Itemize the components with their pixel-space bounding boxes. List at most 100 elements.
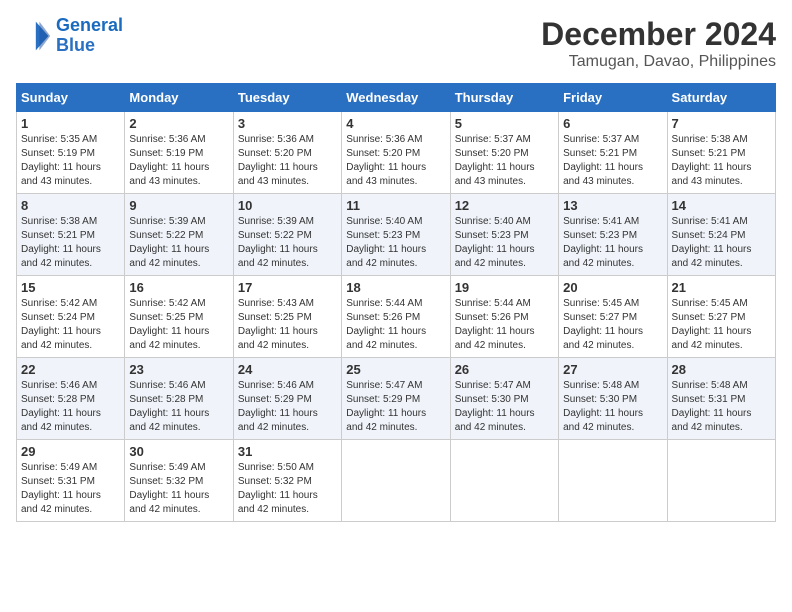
- header: General Blue December 2024 Tamugan, Dava…: [16, 16, 776, 71]
- calendar-cell: 29 Sunrise: 5:49 AM Sunset: 5:31 PM Dayli…: [17, 440, 125, 522]
- day-number: 1: [21, 116, 120, 131]
- day-number: 12: [455, 198, 554, 213]
- calendar-cell: 27 Sunrise: 5:48 AM Sunset: 5:30 PM Dayli…: [559, 358, 667, 440]
- day-number: 2: [129, 116, 228, 131]
- day-number: 29: [21, 444, 120, 459]
- calendar-cell: 11Sunrise: 5:40 AM Sunset: 5:23 PM Dayli…: [342, 194, 450, 276]
- calendar-cell: [450, 440, 558, 522]
- day-number: 4: [346, 116, 445, 131]
- calendar-header-row: SundayMondayTuesdayWednesdayThursdayFrid…: [17, 84, 776, 112]
- day-info: Sunrise: 5:49 AM Sunset: 5:32 PM Dayligh…: [129, 461, 228, 517]
- day-number: 15: [21, 280, 120, 295]
- calendar-cell: 10 Sunrise: 5:39 AM Sunset: 5:22 PM Dayli…: [233, 194, 341, 276]
- calendar-cell: 1Sunrise: 5:35 AM Sunset: 5:19 PM Daylig…: [17, 112, 125, 194]
- calendar-cell: 23 Sunrise: 5:46 AM Sunset: 5:28 PM Dayli…: [125, 358, 233, 440]
- main-title: December 2024: [541, 16, 776, 53]
- day-number: 28: [672, 362, 771, 377]
- day-number: 23: [129, 362, 228, 377]
- calendar-cell: 2Sunrise: 5:36 AM Sunset: 5:19 PM Daylig…: [125, 112, 233, 194]
- day-number: 6: [563, 116, 662, 131]
- day-info: Sunrise: 5:45 AM Sunset: 5:27 PM Dayligh…: [672, 297, 771, 353]
- calendar-cell: 9Sunrise: 5:39 AM Sunset: 5:22 PM Daylig…: [125, 194, 233, 276]
- day-number: 21: [672, 280, 771, 295]
- calendar-cell: 7 Sunrise: 5:38 AM Sunset: 5:21 PM Daylig…: [667, 112, 775, 194]
- day-info: Sunrise: 5:46 AM Sunset: 5:28 PM Dayligh…: [21, 379, 120, 435]
- subtitle: Tamugan, Davao, Philippines: [541, 53, 776, 71]
- calendar-cell: 28 Sunrise: 5:48 AM Sunset: 5:31 PM Dayli…: [667, 358, 775, 440]
- calendar-cell: 31 Sunrise: 5:50 AM Sunset: 5:32 PM Dayli…: [233, 440, 341, 522]
- column-header-tuesday: Tuesday: [233, 84, 341, 112]
- calendar-cell: 8 Sunrise: 5:38 AM Sunset: 5:21 PM Daylig…: [17, 194, 125, 276]
- day-info: Sunrise: 5:42 AM Sunset: 5:24 PM Dayligh…: [21, 297, 120, 353]
- calendar-cell: 30Sunrise: 5:49 AM Sunset: 5:32 PM Dayli…: [125, 440, 233, 522]
- calendar-cell: [559, 440, 667, 522]
- day-number: 14: [672, 198, 771, 213]
- column-header-sunday: Sunday: [17, 84, 125, 112]
- day-info: Sunrise: 5:43 AM Sunset: 5:25 PM Dayligh…: [238, 297, 337, 353]
- calendar-cell: 5 Sunrise: 5:37 AM Sunset: 5:20 PM Daylig…: [450, 112, 558, 194]
- day-number: 7: [672, 116, 771, 131]
- calendar-cell: 22Sunrise: 5:46 AM Sunset: 5:28 PM Dayli…: [17, 358, 125, 440]
- day-number: 20: [563, 280, 662, 295]
- column-header-thursday: Thursday: [450, 84, 558, 112]
- column-header-friday: Friday: [559, 84, 667, 112]
- calendar-cell: 4 Sunrise: 5:36 AM Sunset: 5:20 PM Daylig…: [342, 112, 450, 194]
- day-number: 3: [238, 116, 337, 131]
- calendar-cell: 26Sunrise: 5:47 AM Sunset: 5:30 PM Dayli…: [450, 358, 558, 440]
- week-row-1: 1Sunrise: 5:35 AM Sunset: 5:19 PM Daylig…: [17, 112, 776, 194]
- calendar-cell: [667, 440, 775, 522]
- calendar-cell: 17Sunrise: 5:43 AM Sunset: 5:25 PM Dayli…: [233, 276, 341, 358]
- day-info: Sunrise: 5:50 AM Sunset: 5:32 PM Dayligh…: [238, 461, 337, 517]
- calendar-table: SundayMondayTuesdayWednesdayThursdayFrid…: [16, 83, 776, 522]
- day-info: Sunrise: 5:49 AM Sunset: 5:31 PM Dayligh…: [21, 461, 120, 517]
- column-header-saturday: Saturday: [667, 84, 775, 112]
- day-number: 5: [455, 116, 554, 131]
- column-header-wednesday: Wednesday: [342, 84, 450, 112]
- day-info: Sunrise: 5:37 AM Sunset: 5:21 PM Dayligh…: [563, 133, 662, 189]
- day-number: 13: [563, 198, 662, 213]
- day-number: 16: [129, 280, 228, 295]
- day-info: Sunrise: 5:40 AM Sunset: 5:23 PM Dayligh…: [455, 215, 554, 271]
- day-info: Sunrise: 5:41 AM Sunset: 5:24 PM Dayligh…: [672, 215, 771, 271]
- day-info: Sunrise: 5:38 AM Sunset: 5:21 PM Dayligh…: [672, 133, 771, 189]
- calendar-cell: 15 Sunrise: 5:42 AM Sunset: 5:24 PM Dayli…: [17, 276, 125, 358]
- day-number: 31: [238, 444, 337, 459]
- week-row-3: 15 Sunrise: 5:42 AM Sunset: 5:24 PM Dayli…: [17, 276, 776, 358]
- week-row-4: 22Sunrise: 5:46 AM Sunset: 5:28 PM Dayli…: [17, 358, 776, 440]
- calendar-cell: 19 Sunrise: 5:44 AM Sunset: 5:26 PM Dayli…: [450, 276, 558, 358]
- day-number: 24: [238, 362, 337, 377]
- day-number: 8: [21, 198, 120, 213]
- day-number: 10: [238, 198, 337, 213]
- day-info: Sunrise: 5:36 AM Sunset: 5:20 PM Dayligh…: [238, 133, 337, 189]
- calendar-cell: 25Sunrise: 5:47 AM Sunset: 5:29 PM Dayli…: [342, 358, 450, 440]
- calendar-cell: [342, 440, 450, 522]
- day-info: Sunrise: 5:47 AM Sunset: 5:30 PM Dayligh…: [455, 379, 554, 435]
- logo-line1: General: [56, 15, 123, 35]
- column-header-monday: Monday: [125, 84, 233, 112]
- calendar-cell: 18Sunrise: 5:44 AM Sunset: 5:26 PM Dayli…: [342, 276, 450, 358]
- calendar-cell: 6 Sunrise: 5:37 AM Sunset: 5:21 PM Daylig…: [559, 112, 667, 194]
- day-info: Sunrise: 5:42 AM Sunset: 5:25 PM Dayligh…: [129, 297, 228, 353]
- calendar-cell: 20 Sunrise: 5:45 AM Sunset: 5:27 PM Dayli…: [559, 276, 667, 358]
- day-info: Sunrise: 5:39 AM Sunset: 5:22 PM Dayligh…: [129, 215, 228, 271]
- day-number: 27: [563, 362, 662, 377]
- day-info: Sunrise: 5:48 AM Sunset: 5:30 PM Dayligh…: [563, 379, 662, 435]
- day-info: Sunrise: 5:44 AM Sunset: 5:26 PM Dayligh…: [455, 297, 554, 353]
- day-number: 19: [455, 280, 554, 295]
- calendar-cell: 16 Sunrise: 5:42 AM Sunset: 5:25 PM Dayli…: [125, 276, 233, 358]
- day-info: Sunrise: 5:46 AM Sunset: 5:28 PM Dayligh…: [129, 379, 228, 435]
- day-info: Sunrise: 5:47 AM Sunset: 5:29 PM Dayligh…: [346, 379, 445, 435]
- day-info: Sunrise: 5:48 AM Sunset: 5:31 PM Dayligh…: [672, 379, 771, 435]
- day-info: Sunrise: 5:36 AM Sunset: 5:20 PM Dayligh…: [346, 133, 445, 189]
- calendar-cell: 13Sunrise: 5:41 AM Sunset: 5:23 PM Dayli…: [559, 194, 667, 276]
- logo: General Blue: [16, 16, 123, 56]
- week-row-5: 29 Sunrise: 5:49 AM Sunset: 5:31 PM Dayli…: [17, 440, 776, 522]
- day-info: Sunrise: 5:46 AM Sunset: 5:29 PM Dayligh…: [238, 379, 337, 435]
- day-info: Sunrise: 5:38 AM Sunset: 5:21 PM Dayligh…: [21, 215, 120, 271]
- day-info: Sunrise: 5:45 AM Sunset: 5:27 PM Dayligh…: [563, 297, 662, 353]
- calendar-cell: 14 Sunrise: 5:41 AM Sunset: 5:24 PM Dayli…: [667, 194, 775, 276]
- day-info: Sunrise: 5:37 AM Sunset: 5:20 PM Dayligh…: [455, 133, 554, 189]
- day-info: Sunrise: 5:39 AM Sunset: 5:22 PM Dayligh…: [238, 215, 337, 271]
- day-info: Sunrise: 5:40 AM Sunset: 5:23 PM Dayligh…: [346, 215, 445, 271]
- day-info: Sunrise: 5:44 AM Sunset: 5:26 PM Dayligh…: [346, 297, 445, 353]
